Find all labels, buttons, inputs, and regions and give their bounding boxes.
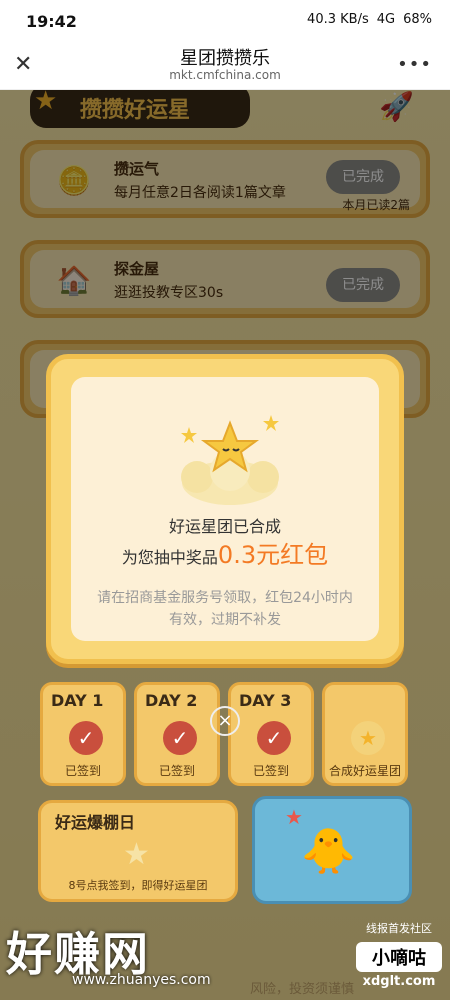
reward-modal: 好运星团已合成 为您抽中奖品0.3元红包 请在招商基金服务号领取，红包24小时内… (46, 354, 404, 664)
day-label: DAY 3 (239, 691, 292, 710)
signal-label: 4G (376, 12, 396, 27)
day-card[interactable]: ★ 合成好运星团 (322, 682, 408, 786)
modal-content: 好运星团已合成 为您抽中奖品0.3元红包 请在招商基金服务号领取，红包24小时内… (71, 377, 379, 641)
star-wand-icon: ★ (285, 805, 303, 829)
day-card[interactable]: DAY 2 ✓ 已签到 (134, 682, 220, 786)
status-right: 40.3 KB/s 4G 68% (307, 12, 432, 27)
prize-amount: 0.3元红包 (217, 541, 329, 569)
modal-prefix: 为您抽中奖品 (121, 548, 218, 567)
star-icon: ★ (123, 837, 150, 872)
status-time: 19:42 (26, 12, 77, 31)
day-label: DAY 2 (145, 691, 198, 710)
status-bar: 19:42 40.3 KB/s 4G 68% (0, 0, 450, 44)
page-title: 星团攒攒乐 (180, 48, 270, 69)
day-status: 合成好运星团 (328, 764, 401, 778)
day-card[interactable]: DAY 1 ✓ 已签到 (40, 682, 126, 786)
watermark-right-domain: xdglt.com (362, 974, 436, 989)
footer-text: 风险，投资须谨慎 (250, 982, 355, 997)
bonus-note: 8号点我签到，即得好运星团 (68, 879, 208, 892)
watermark-url: www.zhuanyes.com (72, 972, 211, 988)
battery-level: 68% (403, 12, 432, 27)
page-url: mkt.cmfchina.com (169, 68, 281, 82)
check-icon: ✓ (163, 721, 197, 755)
watermark-right: 线报首发社区 小嘀咕 xdglt.com (356, 920, 442, 989)
star-icon: ★ (351, 721, 385, 755)
day-status: 已签到 (158, 764, 195, 778)
net-speed: 40.3 KB/s (307, 12, 369, 27)
bonus-title: 好运爆棚日 (55, 813, 136, 832)
modal-close-icon[interactable]: × (210, 706, 240, 736)
day-card[interactable]: DAY 3 ✓ 已签到 (228, 682, 314, 786)
watermark-right-box: 小嘀咕 (356, 942, 442, 972)
modal-line2: 为您抽中奖品0.3元红包 (71, 535, 379, 570)
bonus-day-card[interactable]: 好运爆棚日 ★ 8号点我签到，即得好运星团 (38, 800, 238, 902)
day-status: 已签到 (64, 764, 101, 778)
lucky-star-cloud-icon (181, 415, 279, 505)
check-icon: ✓ (257, 721, 291, 755)
more-icon[interactable]: ••• (397, 54, 432, 75)
chick-icon: 🐥 (301, 826, 356, 877)
check-icon: ✓ (69, 721, 103, 755)
modal-note: 请在招商基金服务号领取，红包24小时内有效，过期不补发 (97, 590, 353, 628)
day-label: DAY 1 (51, 691, 104, 710)
watermark-right-top: 线报首发社区 (366, 922, 432, 935)
chick-card[interactable]: 🐥 ★ (252, 796, 412, 904)
day-status: 已签到 (252, 764, 289, 778)
modal-line1: 好运星团已合成 (168, 517, 281, 536)
nav-bar: ✕ 星团攒攒乐 mkt.cmfchina.com ••• (0, 44, 450, 90)
